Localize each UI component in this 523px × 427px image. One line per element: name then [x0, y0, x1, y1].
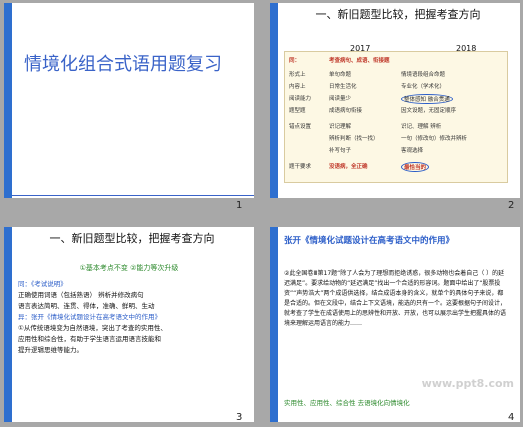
- comparison-table: 同： 考查病句、成语、衔接题 形式上 单句命题 情境语段组合命题 内容上 日常生…: [284, 51, 508, 183]
- table-cell: 同：: [289, 58, 301, 64]
- slide-number: 2: [508, 200, 515, 211]
- table-cell: 识记、理解 辨析: [401, 124, 442, 130]
- table-cell: 阅读量少: [329, 96, 352, 102]
- slide-thumbnail-2[interactable]: 一、新旧题型比较，把握考查方向 2017 2018 同： 考查病句、成语、衔接题…: [270, 3, 520, 198]
- slide-title: 一、新旧题型比较，把握考查方向: [315, 8, 481, 21]
- slide-accent-bar: [270, 227, 278, 422]
- slide-subtitle: ①基本考点不变 ②能力等次升级: [79, 264, 179, 272]
- slide-thumbnail-3[interactable]: 一、新旧题型比较，把握考查方向 ①基本考点不变 ②能力等次升级 同：《考试说明》…: [4, 227, 254, 422]
- slide-title: 一、新旧题型比较，把握考查方向: [49, 232, 215, 245]
- slide-body: ②此全国卷Ⅲ第17题“除了人会为了理想而拒绝诱惑，很多动物也会着自己（ ）的延迟…: [284, 270, 507, 327]
- table-row: 补写句子 客观选择: [289, 146, 503, 156]
- table-cell: 日常生活化: [329, 84, 357, 90]
- list-item: 异：张开《情境化试题设计在高考语文中的作用》: [18, 313, 161, 321]
- table-cell: 辨析判断（找一找）: [329, 136, 379, 142]
- list-item: 语言表达简明、连贯、得体，准确、鲜明、生动: [18, 302, 155, 310]
- table-cell: 因文设题，无固定顺序: [401, 108, 457, 114]
- table-cell: 单句命题: [329, 72, 352, 78]
- table-cell: 阅读能力: [289, 96, 312, 102]
- table-cell: 题型题: [289, 108, 306, 114]
- slide-number: 4: [508, 412, 515, 423]
- table-cell: 专业化（学术化）: [401, 84, 446, 90]
- table-row: 题干要求 没语病，全正确 最恰当的: [289, 162, 503, 172]
- table-cell: 识记理解: [329, 124, 352, 130]
- slide-number: 1: [236, 200, 243, 211]
- table-row: 形式上 单句命题 情境语段组合命题: [289, 70, 503, 80]
- table-row: 题型题 成语病句衔接 因文设题，无固定顺序: [289, 106, 503, 116]
- table-row: 同： 考查病句、成语、衔接题: [289, 56, 503, 66]
- slide-title: 情境化组合式语用题复习: [24, 54, 222, 75]
- table-row: 辨析判断（找一找） 一句（修改句）修改并辨析: [289, 134, 503, 144]
- slide-number: 3: [236, 412, 243, 423]
- slide-accent-bar: [4, 3, 12, 198]
- table-cell: 一句（修改句）修改并辨析: [401, 136, 468, 142]
- list-item: 正确使用词语（包括熟语） 辨析并修改病句: [18, 291, 144, 299]
- list-item: 提升逻辑思维等能力。: [18, 346, 83, 354]
- table-row: 阅读能力 阅读量少 整体感知 融合贯通: [289, 94, 503, 104]
- table-cell: 考查病句、成语、衔接题: [329, 58, 390, 64]
- table-cell: 形式上: [289, 72, 306, 78]
- slide-body: 同：《考试说明》 正确使用词语（包括熟语） 辨析并修改病句 语言表达简明、连贯、…: [18, 279, 243, 356]
- table-cell: 整体感知 融合贯通: [401, 94, 453, 104]
- watermark: www.ppt8.com: [421, 377, 514, 390]
- table-row: 内容上 日常生活化 专业化（学术化）: [289, 82, 503, 92]
- table-cell: 客观选择: [401, 148, 424, 154]
- slide-thumbnail-4[interactable]: 张开《情境化试题设计在高考语文中的作用》 ②此全国卷Ⅲ第17题“除了人会为了理想…: [270, 227, 520, 422]
- table-cell: 情境语段组合命题: [401, 72, 446, 78]
- list-item: ①从传统语境变为自然语境，突出了考查的实用性、: [18, 324, 167, 332]
- slide-footer-note: 实用性、应用性、综合性 去语境化向情境化: [284, 399, 410, 407]
- table-cell: 成语病句衔接: [329, 108, 363, 114]
- list-item: 同：《考试说明》: [18, 280, 67, 288]
- list-item: 应用性和综合性，有助于学生语言运用语言技能和: [18, 335, 161, 343]
- table-cell: 补写句子: [329, 148, 352, 154]
- table-row: 错点设置 识记理解 识记、理解 辨析: [289, 122, 503, 132]
- divider: [12, 195, 254, 196]
- slide-accent-bar: [4, 227, 12, 422]
- table-cell: 没语病，全正确: [329, 164, 368, 170]
- table-cell: 题干要求: [289, 164, 312, 170]
- slide-title: 张开《情境化试题设计在高考语文中的作用》: [284, 236, 455, 246]
- table-cell: 错点设置: [289, 124, 312, 130]
- slide-thumbnail-1[interactable]: 情境化组合式语用题复习: [4, 3, 254, 198]
- table-cell: 内容上: [289, 84, 306, 90]
- slide-accent-bar: [270, 3, 278, 198]
- table-cell: 最恰当的: [401, 162, 430, 172]
